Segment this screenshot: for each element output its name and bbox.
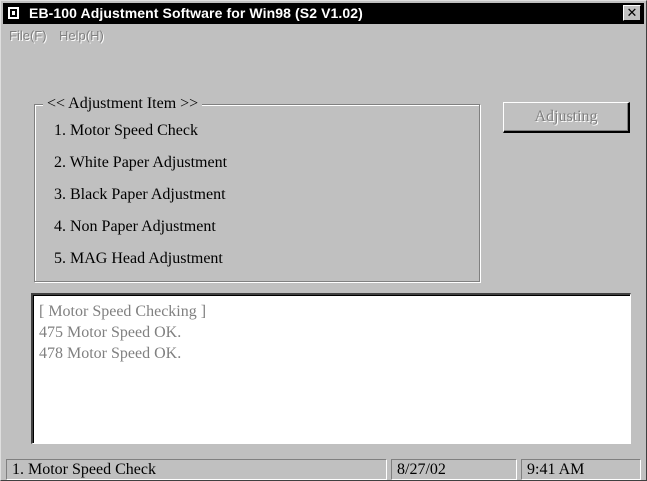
log-output[interactable]: [ Motor Speed Checking ] 475 Motor Speed… [31, 293, 631, 444]
log-line: 478 Motor Speed OK. [39, 345, 182, 362]
close-icon: ✕ [626, 5, 638, 20]
menu-bar: File(F) Help(H) [3, 26, 644, 46]
adjustment-item-motor-speed-check[interactable]: 1. Motor Speed Check [54, 122, 198, 140]
status-current-item: 1. Motor Speed Check [6, 459, 387, 480]
status-bar: 1. Motor Speed Check 8/27/02 9:41 AM [3, 459, 644, 480]
menu-help[interactable]: Help(H) [59, 28, 104, 43]
adjustment-item-mag-head[interactable]: 5. MAG Head Adjustment [54, 250, 223, 268]
close-button[interactable]: ✕ [623, 5, 641, 21]
app-window: EB-100 Adjustment Software for Win98 (S2… [0, 0, 647, 481]
window-title: EB-100 Adjustment Software for Win98 (S2… [29, 5, 363, 21]
adjustment-item-group: << Adjustment Item >> 1. Motor Speed Che… [34, 95, 480, 282]
adjusting-button[interactable]: Adjusting [503, 102, 630, 133]
adjustment-item-legend: << Adjustment Item >> [43, 95, 203, 113]
status-date: 8/27/02 [391, 459, 517, 480]
menu-file[interactable]: File(F) [9, 28, 47, 43]
title-bar[interactable]: EB-100 Adjustment Software for Win98 (S2… [3, 3, 644, 24]
log-line: [ Motor Speed Checking ] [39, 303, 207, 320]
adjustment-item-black-paper[interactable]: 3. Black Paper Adjustment [54, 186, 226, 204]
adjustment-item-non-paper[interactable]: 4. Non Paper Adjustment [54, 218, 216, 236]
log-line: 475 Motor Speed OK. [39, 324, 182, 341]
app-icon[interactable] [7, 6, 20, 20]
status-time: 9:41 AM [521, 459, 641, 480]
adjustment-item-white-paper[interactable]: 2. White Paper Adjustment [54, 154, 227, 172]
